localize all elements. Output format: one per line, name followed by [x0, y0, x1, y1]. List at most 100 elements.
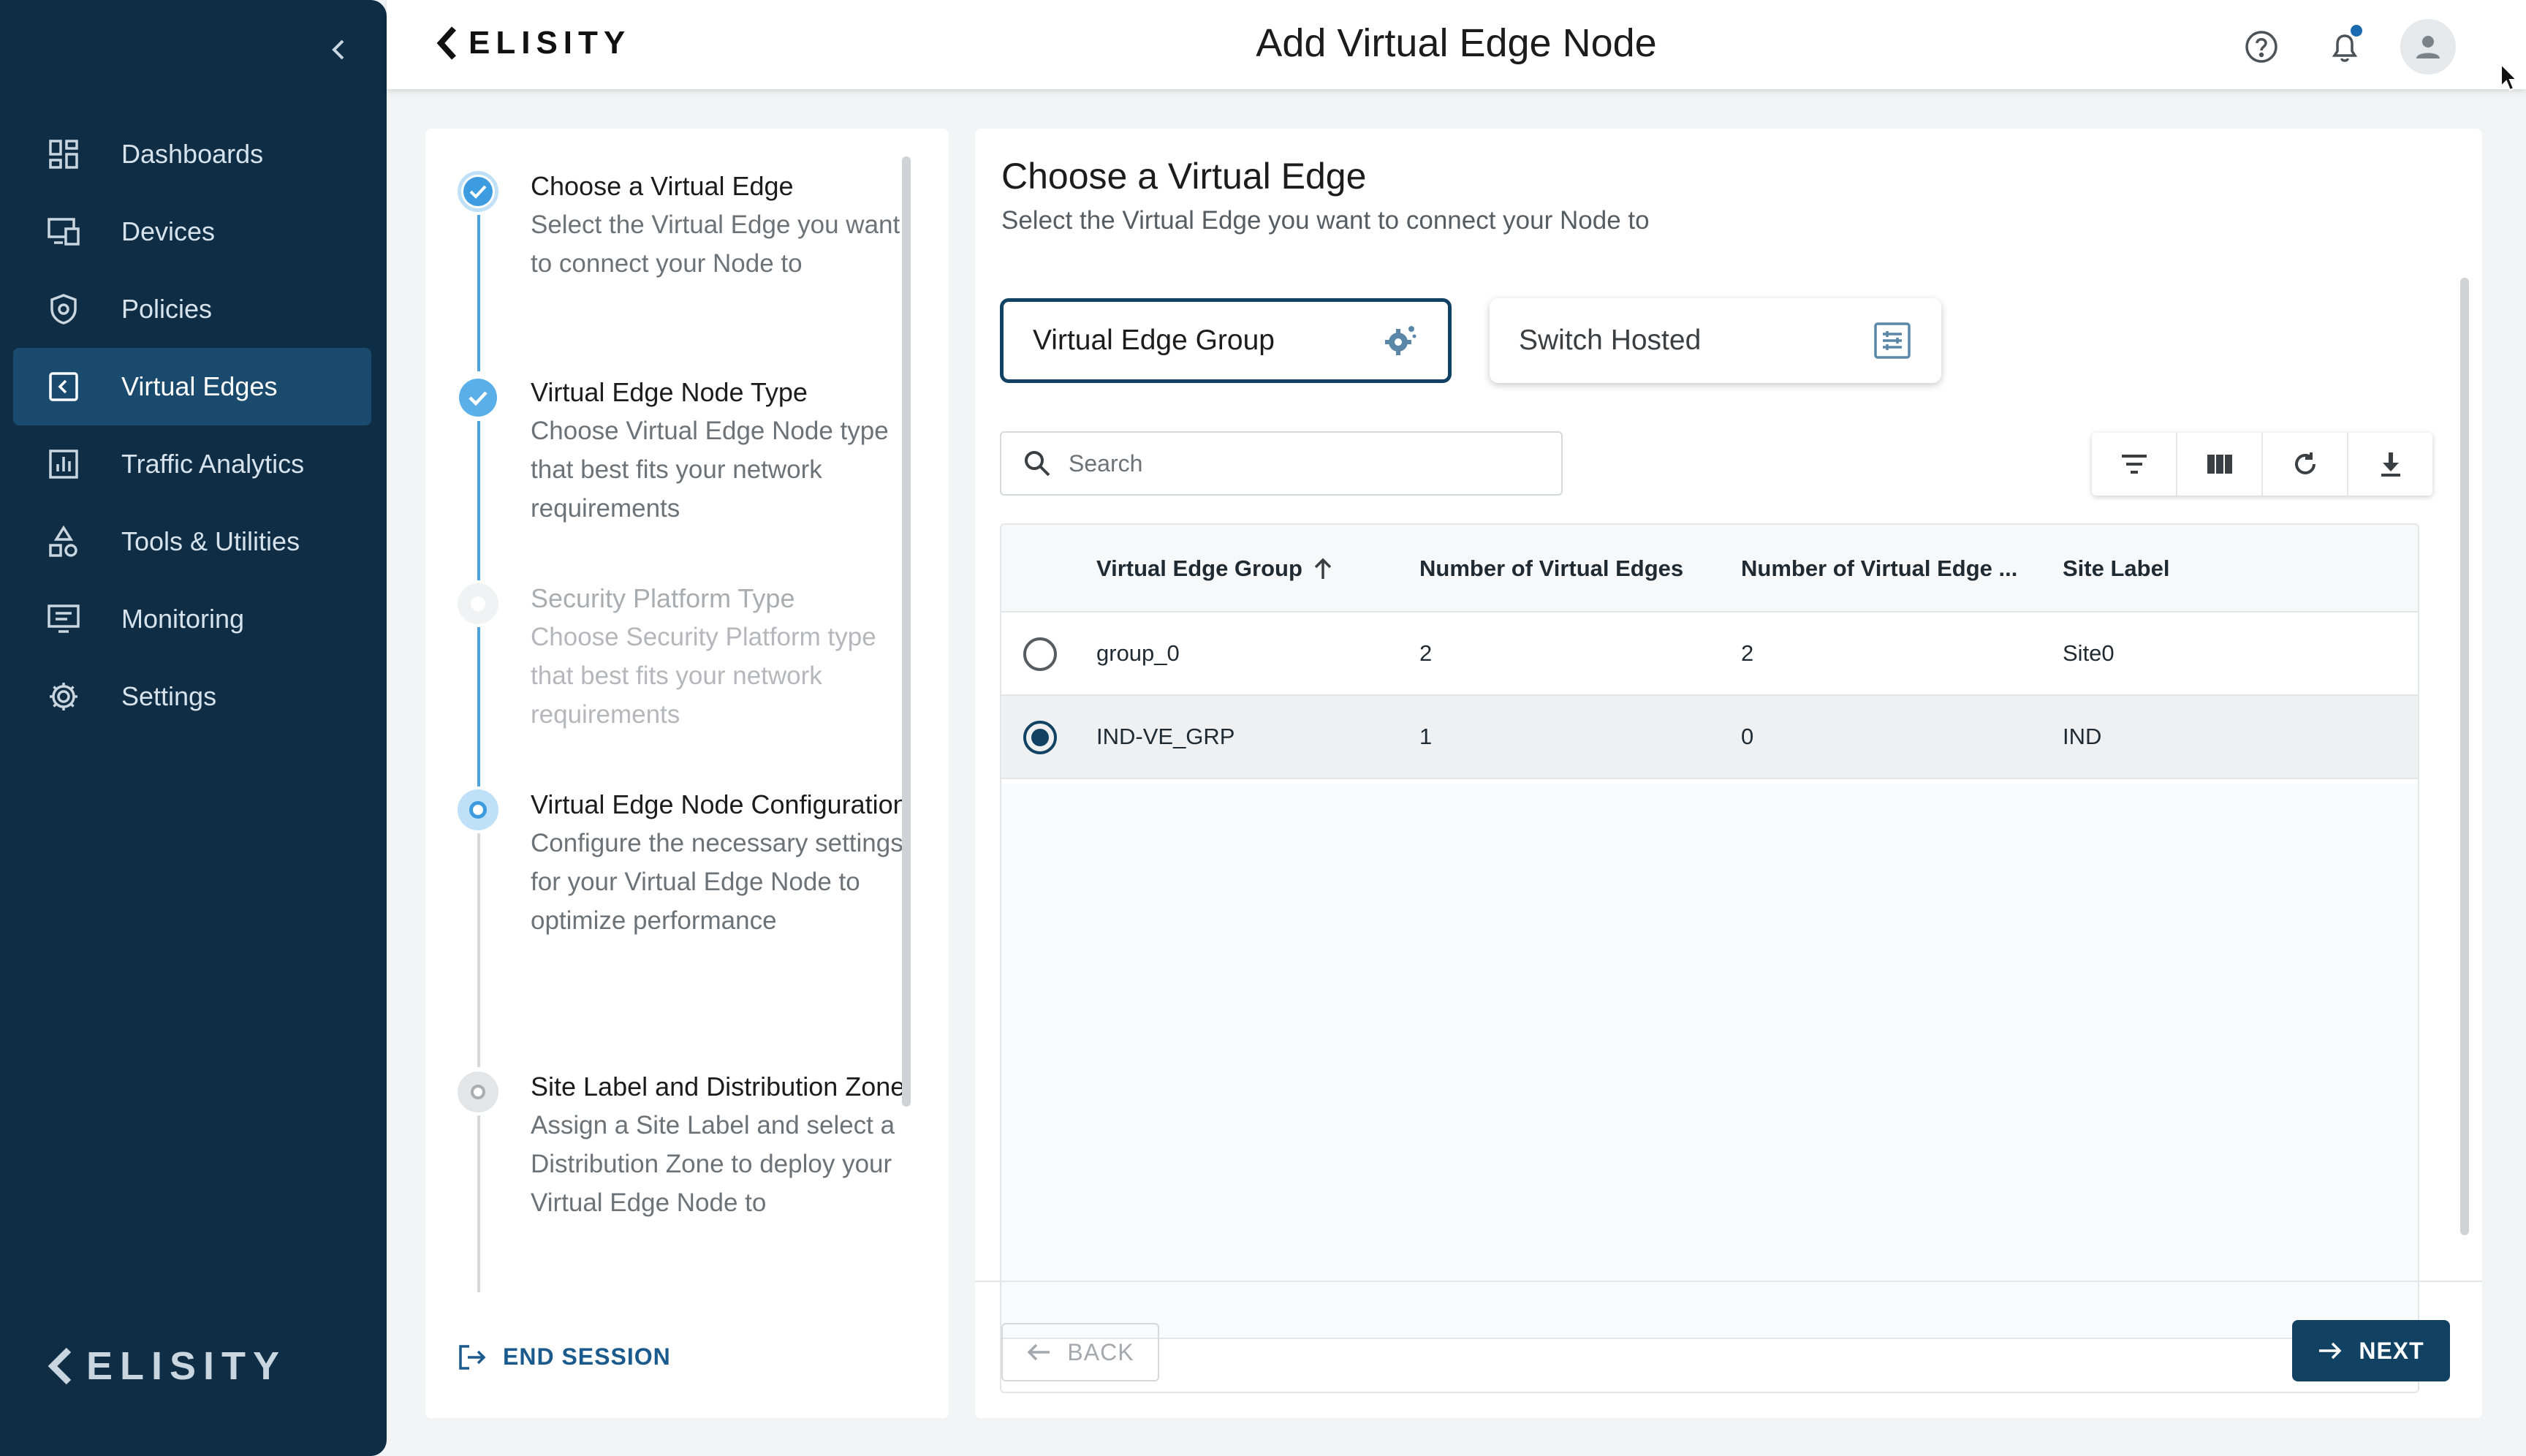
step-upcoming-indicator [458, 1072, 498, 1112]
tab-virtual-edge-group[interactable]: Virtual Edge Group [1000, 298, 1452, 383]
sidebar-item-traffic-analytics[interactable]: Traffic Analytics [13, 425, 371, 503]
elisity-logo-icon [436, 26, 456, 60]
stepper-scrollbar[interactable] [902, 156, 911, 1107]
step-description: Select the Virtual Edge you want to conn… [531, 211, 900, 278]
notifications-button[interactable] [2317, 19, 2373, 75]
section-subtitle: Select the Virtual Edge you want to conn… [1001, 206, 1650, 235]
cell-number-of-virtual-edges: 2 [1419, 640, 1433, 666]
table-toolbar [2092, 433, 2432, 496]
next-label: NEXT [2359, 1337, 2424, 1364]
tab-switch-hosted[interactable]: Switch Hosted [1490, 298, 1941, 383]
mouse-cursor-icon [2500, 63, 2519, 91]
user-avatar[interactable] [2400, 19, 2456, 75]
step-connector [477, 215, 480, 371]
sidebar-item-virtual-edges[interactable]: Virtual Edges [13, 348, 371, 425]
refresh-button[interactable] [2263, 433, 2348, 496]
step-complete-indicator [458, 377, 498, 418]
switch-icon [1874, 322, 1911, 359]
columns-icon [2207, 455, 2232, 474]
table-row[interactable]: group_0 2 2 Site0 [1001, 613, 2418, 696]
sidebar-item-devices[interactable]: Devices [13, 193, 371, 270]
shapes-icon [47, 525, 80, 558]
step-connector [477, 421, 480, 580]
top-header: ELISITY Add Virtual Edge Node [387, 0, 2526, 89]
back-button[interactable]: BACK [1001, 1323, 1159, 1381]
bar-chart-icon [47, 447, 80, 481]
sidebar-item-monitoring[interactable]: Monitoring [13, 580, 371, 658]
main-scrollbar[interactable] [2460, 278, 2469, 1235]
gear-icon [47, 680, 80, 713]
sidebar-item-policies[interactable]: Policies [13, 270, 371, 348]
virtual-edge-icon [47, 370, 80, 403]
section-title: Choose a Virtual Edge [1001, 156, 1367, 197]
sidebar-item-label: Devices [121, 216, 216, 246]
cell-site-label: IND [2063, 724, 2102, 749]
step-title: Site Label and Distribution Zone Assign … [531, 1067, 908, 1222]
download-button[interactable] [2348, 433, 2432, 496]
filter-icon [2121, 455, 2147, 474]
step-disabled-indicator [458, 583, 498, 624]
step-title: Virtual Edge Node Configuration Configur… [531, 785, 908, 940]
chevron-left-icon [332, 39, 344, 60]
cell-number-of-virtual-edges: 1 [1419, 724, 1433, 749]
elisity-logo-icon [48, 1347, 72, 1385]
cell-number-of-virtual-edge-nodes: 2 [1741, 640, 1754, 666]
monitor-icon [47, 602, 80, 636]
column-header-site-label[interactable]: Site Label [2063, 525, 2169, 613]
gear-group-icon [1385, 326, 1416, 355]
column-header-number-of-virtual-edge-nodes[interactable]: Number of Virtual Edge ... [1741, 525, 2017, 613]
step-description: Assign a Site Label and select a Distrib… [531, 1111, 895, 1217]
search-field[interactable] [1000, 431, 1563, 496]
cell-virtual-edge-group: IND-VE_GRP [1096, 724, 1235, 749]
stepper-panel: Choose a Virtual Edge Select the Virtual… [425, 129, 949, 1418]
step-upcoming-indicator [458, 789, 498, 830]
end-session-label: END SESSION [503, 1343, 671, 1370]
tab-label: Virtual Edge Group [1033, 325, 1275, 356]
step-description: Choose Security Platform type that best … [531, 623, 876, 729]
header-logo[interactable]: ELISITY [435, 25, 631, 61]
cell-site-label: Site0 [2063, 640, 2115, 666]
cell-number-of-virtual-edge-nodes: 0 [1741, 724, 1754, 749]
check-circle-icon [463, 177, 493, 206]
step-title: Security Platform Type Choose Security P… [531, 579, 908, 734]
sidebar-item-label: Dashboards [121, 139, 264, 169]
cell-virtual-edge-group: group_0 [1096, 640, 1180, 666]
notification-badge [2351, 25, 2362, 37]
step-description: Configure the necessary settings for you… [531, 829, 903, 935]
column-header-number-of-virtual-edges[interactable]: Number of Virtual Edges [1419, 525, 1683, 613]
collapse-sidebar-button[interactable] [325, 35, 354, 64]
next-button[interactable]: NEXT [2292, 1320, 2450, 1381]
row-radio-button[interactable] [1023, 721, 1057, 754]
user-avatar-icon [2416, 36, 2440, 58]
table-header: Virtual Edge Group Number of Virtual Edg… [1001, 525, 2418, 613]
search-input[interactable] [1069, 450, 1522, 477]
end-session-button[interactable]: END SESSION [458, 1343, 671, 1370]
devices-icon [47, 215, 80, 249]
step-complete-indicator [458, 171, 498, 212]
refresh-icon [2294, 452, 2316, 474]
help-button[interactable] [2234, 19, 2289, 75]
back-label: BACK [1067, 1338, 1134, 1365]
sidebar-item-tools-utilities[interactable]: Tools & Utilities [13, 503, 371, 580]
columns-button[interactable] [2177, 433, 2263, 496]
sidebar-nav: Dashboards Devices Policies Virtual Edge… [13, 115, 371, 735]
header-logo-text: ELISITY [469, 25, 632, 61]
filter-button[interactable] [2092, 433, 2177, 496]
sidebar-item-label: Traffic Analytics [121, 449, 305, 479]
header-actions [2234, 19, 2456, 75]
column-header-virtual-edge-group[interactable]: Virtual Edge Group [1096, 525, 1333, 613]
table-row[interactable]: IND-VE_GRP 1 0 IND [1001, 696, 2418, 779]
check-circle-icon [459, 379, 497, 417]
sidebar-item-dashboards[interactable]: Dashboards [13, 115, 371, 193]
help-icon [2245, 31, 2277, 63]
row-radio-button[interactable] [1023, 637, 1057, 671]
arrow-left-icon [1027, 1343, 1050, 1361]
footer-divider [975, 1281, 2482, 1282]
sort-ascending-icon [1314, 558, 1332, 579]
step-description: Choose Virtual Edge Node type that best … [531, 417, 889, 523]
sidebar-item-label: Tools & Utilities [121, 526, 300, 556]
sidebar: Dashboards Devices Policies Virtual Edge… [0, 0, 387, 1456]
search-icon [1025, 451, 1050, 477]
sidebar-item-settings[interactable]: Settings [13, 658, 371, 735]
sidebar-logo-text: ELISITY [86, 1344, 287, 1388]
